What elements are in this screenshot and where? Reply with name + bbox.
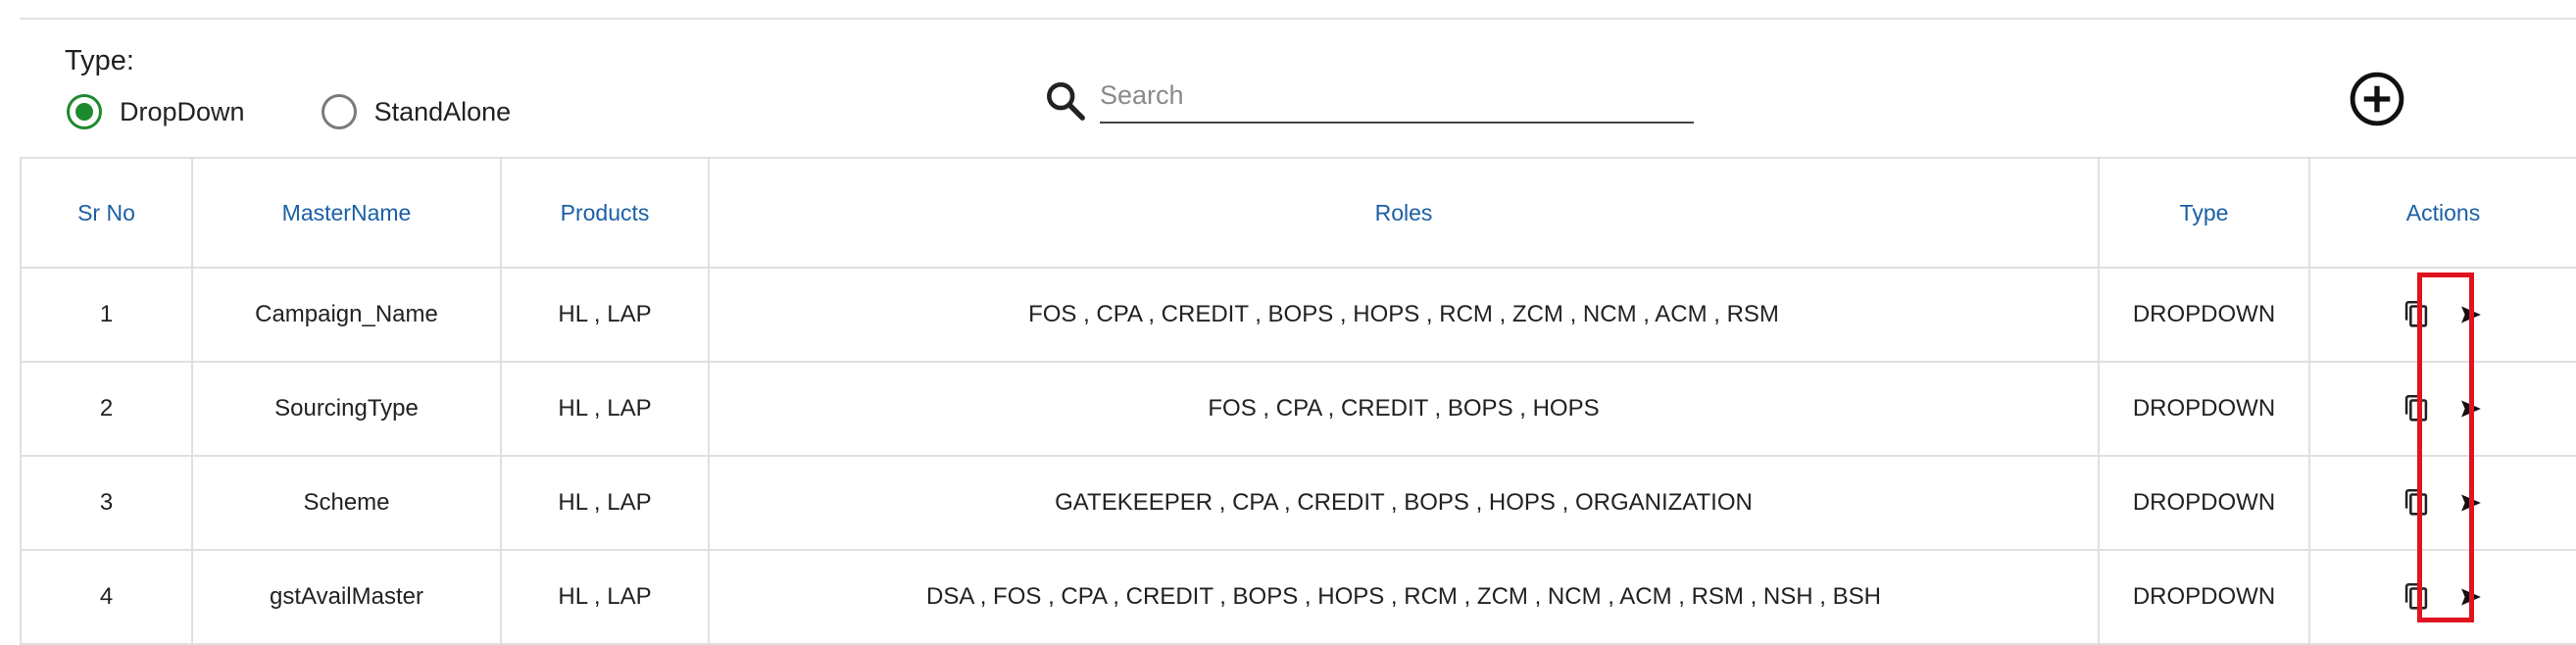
cell-products: HL , LAP xyxy=(500,267,710,363)
search-bar xyxy=(1043,69,1694,124)
table-header-row: Sr No MasterName Products Roles Type Act… xyxy=(20,157,2576,269)
radio-standalone-indicator[interactable] xyxy=(321,94,357,129)
highlight-annotation-box-bottom xyxy=(2417,618,2474,622)
masters-table-container: Sr No MasterName Products Roles Type Act… xyxy=(20,157,2576,645)
search-icon[interactable] xyxy=(1043,78,1088,124)
header-products: Products xyxy=(500,157,710,269)
table-row: 2 SourcingType HL , LAP FOS , CPA , CRED… xyxy=(20,361,2576,457)
cell-type: DROPDOWN xyxy=(2098,455,2310,551)
cell-type: DROPDOWN xyxy=(2098,267,2310,363)
header-type: Type xyxy=(2098,157,2310,269)
cell-roles: FOS , CPA , CREDIT , BOPS , HOPS xyxy=(708,361,2100,457)
cell-type: DROPDOWN xyxy=(2098,361,2310,457)
cell-roles: GATEKEEPER , CPA , CREDIT , BOPS , HOPS … xyxy=(708,455,2100,551)
cell-master-name: SourcingType xyxy=(191,361,502,457)
table-row: 1 Campaign_Name HL , LAP FOS , CPA , CRE… xyxy=(20,267,2576,363)
cell-master-name: Scheme xyxy=(191,455,502,551)
top-divider xyxy=(20,18,2576,20)
masters-table: Sr No MasterName Products Roles Type Act… xyxy=(20,157,2576,645)
header-roles: Roles xyxy=(708,157,2100,269)
add-circle-icon[interactable] xyxy=(2349,71,2405,127)
type-radio-group: DropDown StandAlone xyxy=(67,94,587,129)
cell-roles: FOS , CPA , CREDIT , BOPS , HOPS , RCM ,… xyxy=(708,267,2100,363)
search-input[interactable] xyxy=(1100,69,1694,124)
cell-products: HL , LAP xyxy=(500,455,710,551)
header-master-name: MasterName xyxy=(191,157,502,269)
header-actions: Actions xyxy=(2308,157,2576,269)
radio-dropdown[interactable]: DropDown xyxy=(67,94,245,129)
radio-dropdown-indicator[interactable] xyxy=(67,94,102,129)
cell-master-name: Campaign_Name xyxy=(191,267,502,363)
cell-sr-no: 1 xyxy=(20,267,193,363)
cell-sr-no: 4 xyxy=(20,549,193,645)
type-filter-label: Type: xyxy=(65,45,134,76)
cell-products: HL , LAP xyxy=(500,549,710,645)
cell-sr-no: 3 xyxy=(20,455,193,551)
table-row: 3 Scheme HL , LAP GATEKEEPER , CPA , CRE… xyxy=(20,455,2576,551)
radio-dropdown-label: DropDown xyxy=(120,96,245,126)
cell-products: HL , LAP xyxy=(500,361,710,457)
cell-sr-no: 2 xyxy=(20,361,193,457)
radio-standalone-label: StandAlone xyxy=(373,96,512,126)
header-sr-no: Sr No xyxy=(20,157,193,269)
cell-roles: DSA , FOS , CPA , CREDIT , BOPS , HOPS ,… xyxy=(708,549,2100,645)
highlight-annotation-box xyxy=(2417,273,2474,621)
cell-master-name: gstAvailMaster xyxy=(191,549,502,645)
radio-standalone[interactable]: StandAlone xyxy=(321,94,512,129)
cell-type: DROPDOWN xyxy=(2098,549,2310,645)
table-row: 4 gstAvailMaster HL , LAP DSA , FOS , CP… xyxy=(20,549,2576,645)
